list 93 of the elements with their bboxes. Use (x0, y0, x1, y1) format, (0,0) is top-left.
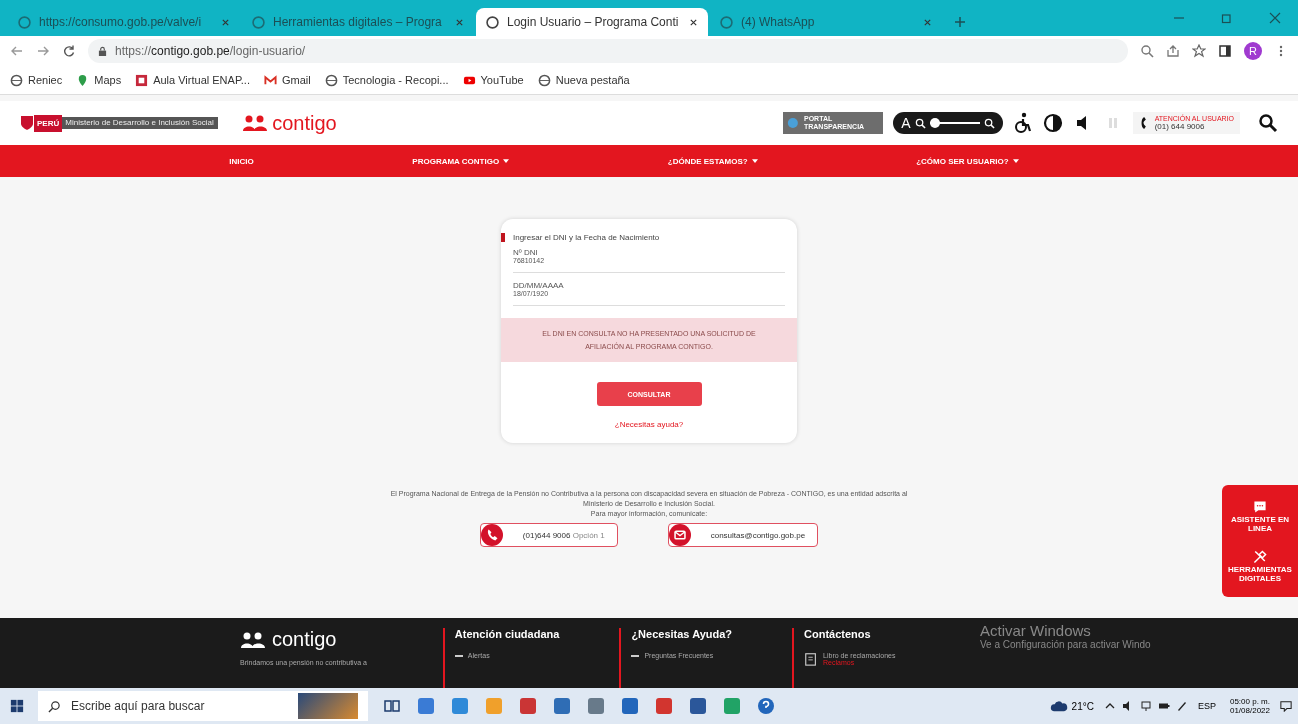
globe-icon (10, 73, 23, 87)
text-size-control[interactable]: A (893, 112, 1003, 134)
tools-icon (1252, 549, 1268, 565)
search-icon (48, 699, 61, 713)
side-panel-icon[interactable] (1218, 44, 1232, 58)
mail-icon (668, 524, 691, 546)
browser-tab[interactable]: https://consumo.gob.pe/valve/i (8, 8, 240, 36)
close-icon[interactable] (923, 17, 932, 27)
close-icon[interactable] (455, 17, 464, 27)
language-indicator[interactable]: ESP (1197, 701, 1216, 711)
zoom-in-icon[interactable] (983, 117, 995, 129)
bookmark[interactable]: Tecnologia - Recopi... (324, 73, 449, 87)
contigo-logo[interactable]: contigo (240, 628, 367, 651)
weather-widget[interactable]: 21°C (1049, 700, 1094, 712)
mail-icon (264, 73, 277, 87)
globe-icon (324, 73, 338, 87)
form-title: Ingresar el DNI y la Fecha de Nacimiento (501, 233, 797, 242)
new-tab-icon[interactable] (954, 16, 966, 28)
app-icon[interactable] (586, 696, 606, 716)
notifications-icon[interactable] (1280, 700, 1292, 712)
close-icon[interactable] (221, 17, 230, 27)
bookmark[interactable]: Gmail (264, 73, 311, 87)
globe-icon (252, 15, 265, 29)
nav-menu-item[interactable]: ¿CÓMO SER USUARIO? (916, 156, 1019, 166)
dash-icon (454, 654, 463, 657)
browser-tab[interactable]: Herramientas digitales – Progra (242, 8, 474, 36)
floating-panel-item[interactable]: ASISTENTE EN LINEA (1223, 499, 1297, 533)
network-icon[interactable] (1139, 700, 1152, 712)
app-icon[interactable] (518, 696, 538, 716)
nav-menu-item[interactable]: ¿DÓNDE ESTAMOS? (667, 156, 758, 166)
star-icon[interactable] (1192, 44, 1206, 58)
app-icon[interactable] (450, 696, 470, 716)
activation-notice-title: Activar Windows (980, 622, 1092, 639)
government-logo[interactable]: PERÚ Ministerio de Desarrollo e Inclusión Social (20, 113, 219, 133)
floating-panel-item[interactable]: HERRAMIENTAS DIGITALES (1223, 549, 1297, 583)
bookmark[interactable]: Aula Virtual ENAP... (135, 73, 250, 87)
contrast-icon[interactable] (1042, 112, 1063, 134)
bookmark[interactable]: Reniec (10, 73, 63, 87)
footer-heading: Contáctenos (804, 628, 872, 640)
circle-logo-icon (787, 116, 799, 130)
help-circle-icon[interactable] (756, 696, 776, 716)
dash-icon (631, 654, 640, 657)
forward-arrow-icon[interactable] (36, 44, 50, 58)
slider-thumb[interactable] (929, 118, 940, 128)
restore-icon[interactable] (1221, 12, 1233, 24)
globe-icon (720, 15, 733, 29)
lock-icon (98, 45, 107, 57)
bookmark[interactable]: YouTube (462, 73, 524, 87)
reload-icon[interactable] (62, 44, 76, 58)
profile-avatar[interactable]: R (1244, 42, 1262, 60)
zoom-out-icon[interactable] (914, 117, 926, 129)
bookmark[interactable]: Nueva pestaña (537, 73, 630, 87)
pen-icon[interactable] (1175, 700, 1188, 712)
people-icon (240, 630, 266, 649)
app-icon[interactable] (654, 696, 674, 716)
zoom-icon[interactable] (1140, 44, 1154, 58)
address-bar[interactable]: https://contigo.gob.pe/login-usuario/ (88, 39, 1128, 63)
activation-notice-text: Ve a Configuración para activar Windo (980, 639, 1151, 650)
footer-heading: Atención ciudadana (454, 628, 560, 640)
contigo-logo[interactable]: contigo (242, 111, 337, 135)
app-icon[interactable] (722, 696, 742, 716)
book-icon (804, 652, 819, 666)
bookmark[interactable]: Maps (76, 73, 122, 87)
email-contact[interactable]: consultas@contigo.gob.pe (667, 523, 819, 547)
close-icon[interactable] (689, 17, 698, 27)
shield-icon (20, 115, 34, 131)
app-icon[interactable] (688, 696, 708, 716)
people-icon (242, 114, 269, 132)
chat-bubble-icon (1252, 499, 1268, 515)
windows-logo-icon[interactable] (10, 699, 24, 713)
app-icon[interactable] (552, 696, 572, 716)
back-arrow-icon[interactable] (10, 44, 24, 58)
search-highlight-picture (298, 693, 358, 719)
browser-tab[interactable]: (4) WhatsApp (710, 8, 942, 36)
globe-icon (537, 73, 551, 87)
taskbar-clock[interactable]: 05:00 p. m. 01/08/2022 (1229, 697, 1270, 715)
footer-heading: ¿Necesitas Ayuda? (631, 628, 733, 640)
browser-tab[interactable]: Login Usuario – Programa Conti (476, 8, 708, 36)
cloud-icon (1049, 700, 1068, 712)
search-icon[interactable] (1258, 113, 1278, 133)
nav-menu-item[interactable]: INICIO (229, 156, 254, 166)
app-icon[interactable] (416, 696, 436, 716)
taskbar-search-field[interactable]: Escribe aquí para buscar (38, 691, 368, 721)
square-logo-icon (135, 73, 149, 87)
phone-contact[interactable]: (01)644 9006 Opción 1 (479, 523, 618, 547)
globe-icon (18, 15, 31, 29)
help-link[interactable]: ¿Necesitas ayuda? (614, 420, 684, 429)
globe-icon (486, 15, 499, 29)
nav-menu-item[interactable]: PROGRAMA CONTIGO (412, 156, 510, 166)
app-icon[interactable] (620, 696, 640, 716)
wheelchair-icon[interactable] (1012, 112, 1033, 134)
share-icon[interactable] (1166, 44, 1180, 58)
phone-icon (480, 524, 503, 546)
